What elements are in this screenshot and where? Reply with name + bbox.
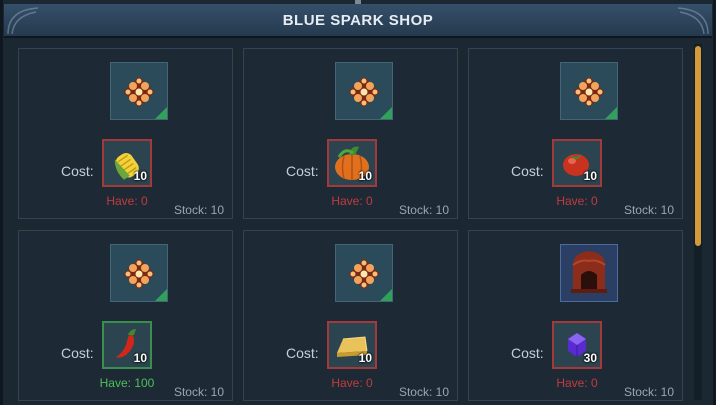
reward-slot[interactable]: [335, 62, 393, 120]
cost-quantity: 10: [358, 351, 372, 365]
stock-count: Stock: 10: [173, 203, 224, 217]
have-count: Have: 0: [331, 376, 373, 390]
reward-slot[interactable]: [335, 244, 393, 302]
cost-label: Cost:: [61, 163, 94, 179]
stock-count: Stock: 10: [173, 385, 224, 399]
have-count: Have: 0: [556, 376, 598, 390]
shop-card-chili[interactable]: Cost: 10 Have: 100 Stock: 10: [18, 230, 233, 401]
cost-item-slot[interactable]: 30: [552, 321, 602, 369]
scrollbar-thumb[interactable]: [695, 46, 701, 246]
have-count: Have: 100: [99, 376, 155, 390]
reward-slot[interactable]: [110, 244, 168, 302]
reward-slot[interactable]: [560, 244, 618, 302]
rarity-corner: [380, 107, 392, 119]
have-count: Have: 0: [106, 194, 148, 208]
rarity-corner: [380, 289, 392, 301]
shop-card-pumpkin[interactable]: Cost: 10 Have: 0 Stock: 10: [243, 48, 458, 219]
scrollbar[interactable]: [694, 44, 702, 400]
cost-quantity: 10: [358, 169, 372, 183]
cost-label: Cost:: [286, 163, 319, 179]
ornament-left-icon: [7, 7, 39, 35]
cost-item-slot[interactable]: 10: [102, 139, 152, 187]
cost-label: Cost:: [61, 345, 94, 361]
cost-quantity: 30: [583, 351, 597, 365]
cost-quantity: 10: [133, 169, 147, 183]
rarity-corner: [155, 107, 167, 119]
cost-quantity: 10: [583, 169, 597, 183]
rarity-corner: [155, 289, 167, 301]
have-count: Have: 0: [331, 194, 373, 208]
cost-label: Cost:: [286, 345, 319, 361]
reward-slot[interactable]: [560, 62, 618, 120]
furnace-icon: [571, 251, 607, 293]
cost-item-slot[interactable]: 10: [327, 139, 377, 187]
shop-card-corn[interactable]: Cost: 10 Have: 0 Stock: 10: [18, 48, 233, 219]
cost-label: Cost:: [511, 163, 544, 179]
shop-card-cheese[interactable]: Cost: 10 Have: 0 Stock: 10: [243, 230, 458, 401]
stock-count: Stock: 10: [398, 385, 449, 399]
cost-label: Cost:: [511, 345, 544, 361]
stock-count: Stock: 10: [623, 203, 674, 217]
shop-header: BLUE SPARK SHOP: [4, 4, 712, 38]
cost-item-slot[interactable]: 10: [327, 321, 377, 369]
shop-card-tomato[interactable]: Cost: 10 Have: 0 Stock: 10: [468, 48, 683, 219]
reward-slot[interactable]: [110, 62, 168, 120]
ornament-right-icon: [677, 7, 709, 35]
cost-item-slot[interactable]: 10: [552, 139, 602, 187]
have-count: Have: 0: [556, 194, 598, 208]
stock-count: Stock: 10: [623, 385, 674, 399]
cost-quantity: 10: [133, 351, 147, 365]
stock-count: Stock: 10: [398, 203, 449, 217]
shop-card-furnace[interactable]: Cost: 30 Have: 0 Stock: 10: [468, 230, 683, 401]
shop-title: BLUE SPARK SHOP: [282, 11, 434, 29]
cost-item-slot[interactable]: 10: [102, 321, 152, 369]
rarity-corner: [605, 107, 617, 119]
